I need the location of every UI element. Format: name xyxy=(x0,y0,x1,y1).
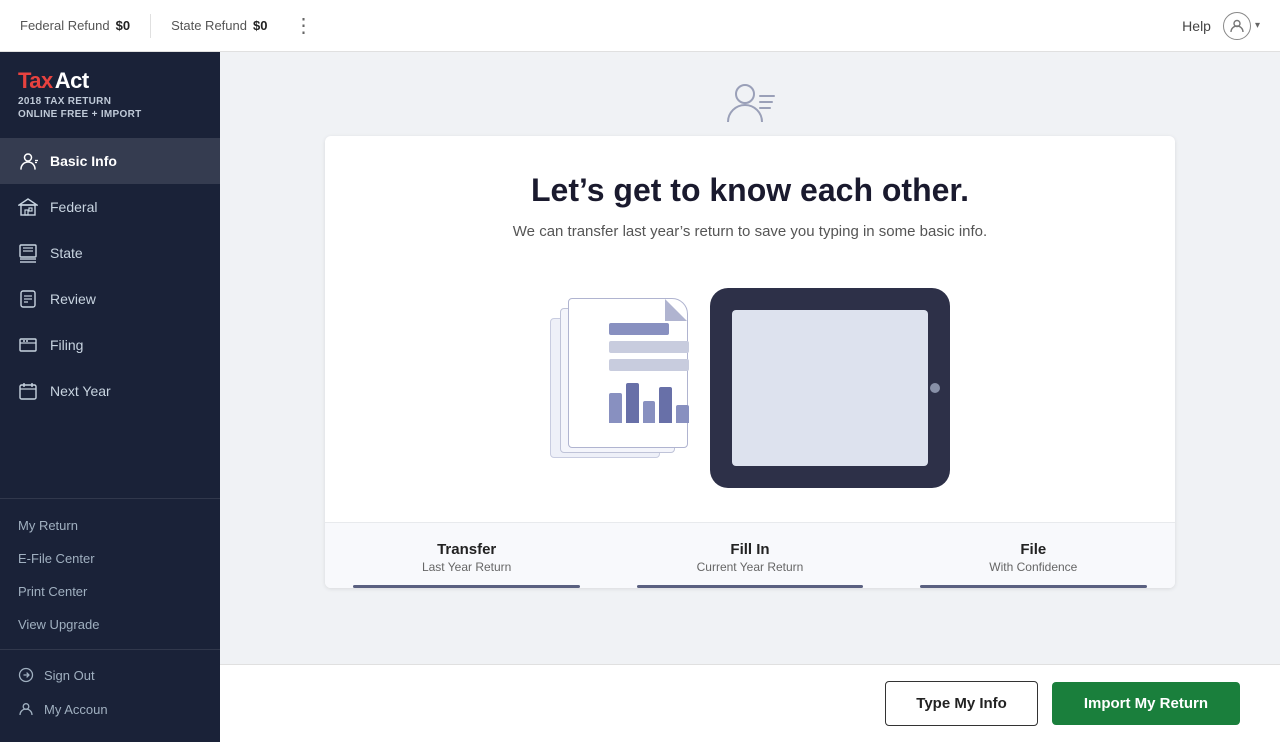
tablet-outer xyxy=(710,288,950,488)
step-fill-in: Fill In Current Year Return xyxy=(608,523,891,588)
sidebar-label-filing: Filing xyxy=(50,337,83,353)
review-icon xyxy=(18,289,38,309)
sidebar-label-state: State xyxy=(50,245,83,261)
action-bar: Type My Info Import My Return xyxy=(220,664,1280,742)
state-refund: State Refund $0 xyxy=(171,18,267,33)
tablet-screen xyxy=(732,310,928,466)
more-options-icon[interactable]: ⋮ xyxy=(287,13,319,38)
step-fill-in-title: Fill In xyxy=(618,541,881,558)
sidebar-item-state[interactable]: State xyxy=(0,230,220,276)
sidebar-label-federal: Federal xyxy=(50,199,97,215)
step-file-title: File xyxy=(902,541,1165,558)
step-fill-in-line xyxy=(637,585,864,588)
sidebar-item-next-year[interactable]: Next Year xyxy=(0,368,220,414)
step-file-sub: With Confidence xyxy=(902,560,1165,574)
main-card: Let’s get to know each other. We can tra… xyxy=(325,136,1175,588)
sidebar-bottom: Sign Out My Accoun xyxy=(0,649,220,742)
doc-chart xyxy=(609,383,689,423)
brand-act: Act xyxy=(55,68,89,94)
brand-logo: Tax Act xyxy=(18,68,202,94)
illustration-row xyxy=(325,268,1175,498)
federal-refund-amount: $0 xyxy=(116,18,130,33)
person-icon-wrap xyxy=(724,76,776,128)
federal-refund: Federal Refund $0 xyxy=(20,18,130,33)
my-return-link[interactable]: My Return xyxy=(0,509,220,542)
content-area: Let’s get to know each other. We can tra… xyxy=(220,52,1280,742)
doc-bar-3 xyxy=(609,359,689,371)
card-top: Let’s get to know each other. We can tra… xyxy=(325,136,1175,240)
my-account-label: My Accoun xyxy=(44,702,108,717)
card-title: Let’s get to know each other. xyxy=(365,172,1135,209)
brand-plan: ONLINE FREE + IMPORT xyxy=(18,109,202,120)
card-area: Let’s get to know each other. We can tra… xyxy=(220,52,1280,664)
sidebar-utilities: My Return E-File Center Print Center Vie… xyxy=(0,498,220,649)
steps-bar: Transfer Last Year Return Fill In Curren… xyxy=(325,522,1175,588)
card-subtitle: We can transfer last year’s return to sa… xyxy=(365,223,1135,240)
account-icon xyxy=(18,701,34,717)
sign-out-item[interactable]: Sign Out xyxy=(0,658,220,692)
doc-bar-1 xyxy=(609,323,669,335)
person-lines-icon xyxy=(724,76,776,128)
flag-icon xyxy=(18,243,38,263)
help-link[interactable]: Help xyxy=(1182,18,1211,34)
sign-out-label: Sign Out xyxy=(44,668,95,683)
document-illustration xyxy=(540,298,700,478)
tablet-illustration xyxy=(700,278,960,498)
sidebar-nav: Basic Info Federal xyxy=(0,134,220,488)
calendar-icon xyxy=(18,381,38,401)
building-icon xyxy=(18,197,38,217)
chart-col-5 xyxy=(676,405,689,423)
topbar-left: Federal Refund $0 State Refund $0 ⋮ xyxy=(20,13,319,38)
chart-col-3 xyxy=(643,401,656,423)
print-center-link[interactable]: Print Center xyxy=(0,575,220,608)
efile-center-link[interactable]: E-File Center xyxy=(0,542,220,575)
sidebar-label-next-year: Next Year xyxy=(50,383,111,399)
chart-col-1 xyxy=(609,393,622,423)
sidebar-label-basic-info: Basic Info xyxy=(50,153,117,169)
view-upgrade-link[interactable]: View Upgrade xyxy=(0,608,220,641)
sidebar: Tax Act 2018 TAX RETURN ONLINE FREE + IM… xyxy=(0,52,220,742)
signout-icon xyxy=(18,667,34,683)
brand: Tax Act 2018 TAX RETURN ONLINE FREE + IM… xyxy=(0,52,220,134)
filing-icon xyxy=(18,335,38,355)
sidebar-label-review: Review xyxy=(50,291,96,307)
state-refund-amount: $0 xyxy=(253,18,267,33)
tablet-button xyxy=(930,383,940,393)
doc-lines xyxy=(609,323,689,377)
step-fill-in-sub: Current Year Return xyxy=(618,560,881,574)
step-file: File With Confidence xyxy=(892,523,1175,588)
chart-col-4 xyxy=(659,387,672,423)
user-avatar-icon xyxy=(1223,12,1251,40)
sidebar-item-review[interactable]: Review xyxy=(0,276,220,322)
type-info-button[interactable]: Type My Info xyxy=(885,681,1038,726)
main-layout: Tax Act 2018 TAX RETURN ONLINE FREE + IM… xyxy=(0,52,1280,742)
doc-corner-fold xyxy=(665,299,687,321)
doc-paper-front xyxy=(568,298,688,448)
topbar-divider xyxy=(150,14,151,38)
step-transfer-sub: Last Year Return xyxy=(335,560,598,574)
sidebar-item-filing[interactable]: Filing xyxy=(0,322,220,368)
sidebar-item-federal[interactable]: Federal xyxy=(0,184,220,230)
state-refund-label: State Refund xyxy=(171,18,247,33)
brand-year: 2018 TAX RETURN xyxy=(18,96,202,107)
step-transfer-title: Transfer xyxy=(335,541,598,558)
step-transfer: Transfer Last Year Return xyxy=(325,523,608,588)
user-icon xyxy=(18,151,38,171)
topbar-right: Help ▾ xyxy=(1182,12,1260,40)
user-menu[interactable]: ▾ xyxy=(1223,12,1260,40)
doc-bar-2 xyxy=(609,341,689,353)
step-file-line xyxy=(920,585,1147,588)
step-transfer-line xyxy=(353,585,580,588)
chart-col-2 xyxy=(626,383,639,423)
my-account-item[interactable]: My Accoun xyxy=(0,692,220,726)
import-return-button[interactable]: Import My Return xyxy=(1052,682,1240,725)
topbar: Federal Refund $0 State Refund $0 ⋮ Help… xyxy=(0,0,1280,52)
sidebar-item-basic-info[interactable]: Basic Info xyxy=(0,138,220,184)
federal-refund-label: Federal Refund xyxy=(20,18,110,33)
brand-tax: Tax xyxy=(18,68,53,94)
user-chevron-icon: ▾ xyxy=(1255,20,1260,31)
